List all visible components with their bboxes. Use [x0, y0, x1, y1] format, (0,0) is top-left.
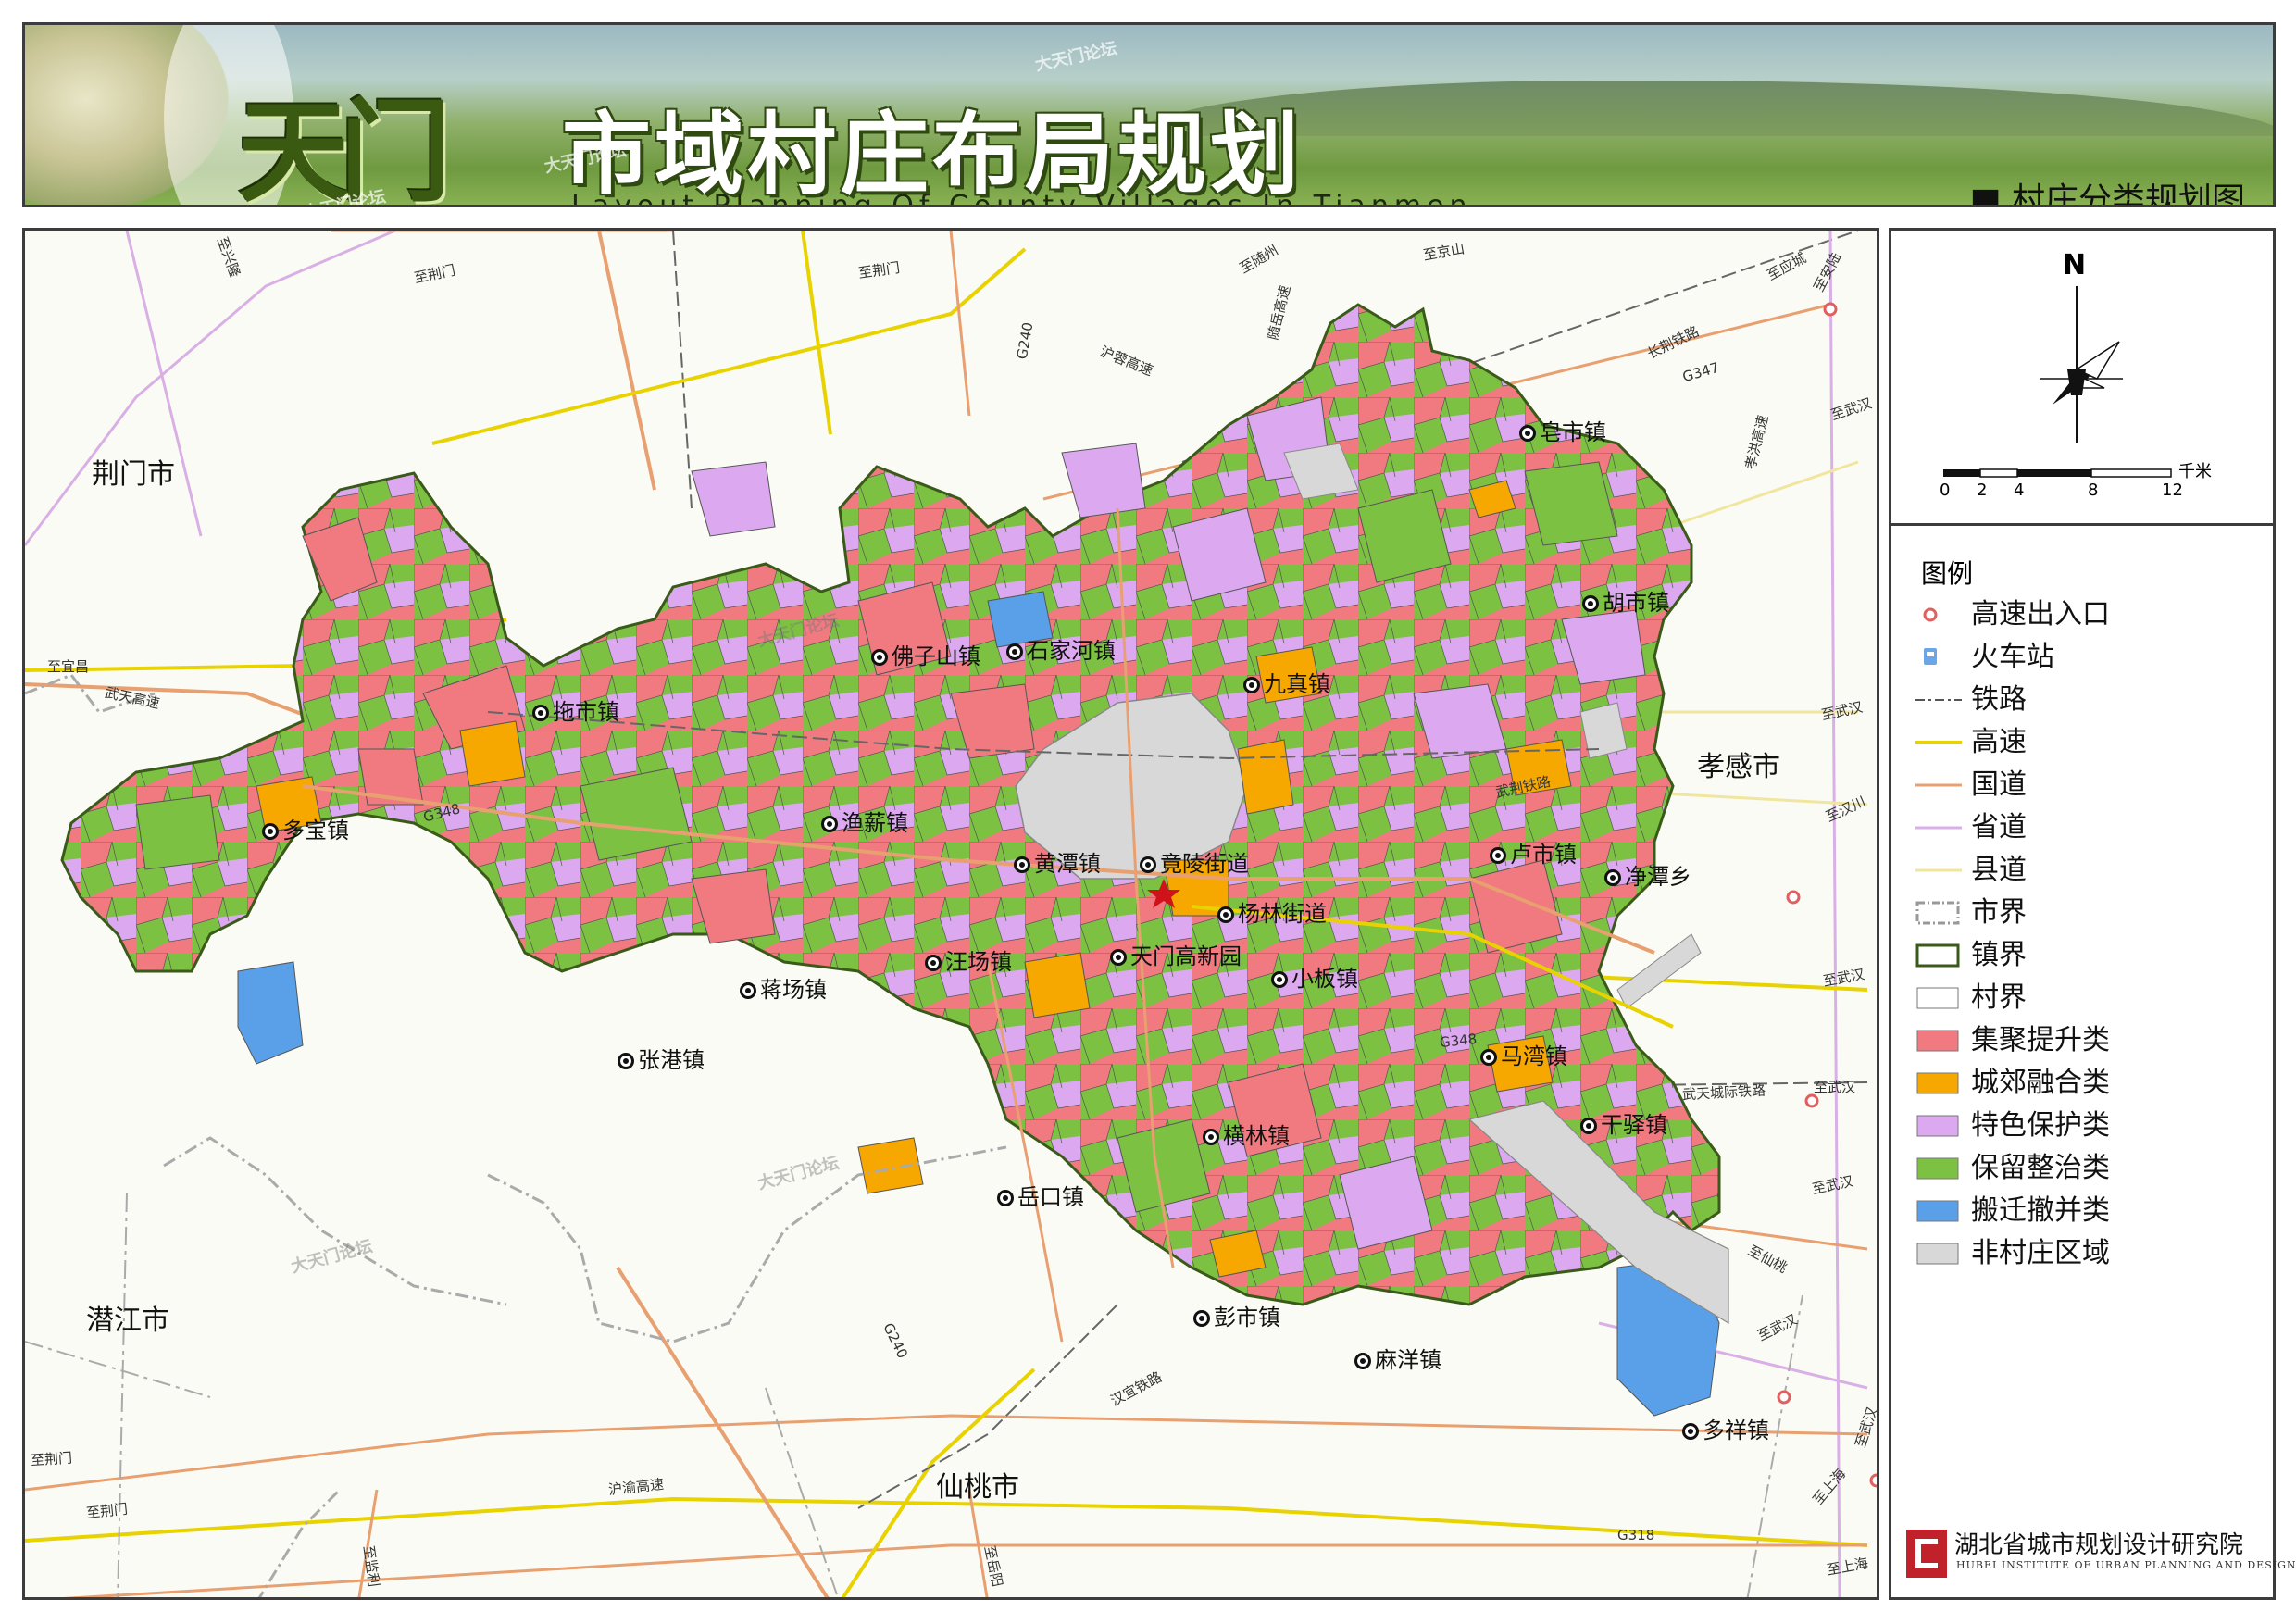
town-label[interactable]: 马湾镇: [1480, 1038, 1567, 1070]
page-title-english: Layout Planning Of County Villages In Ti…: [571, 190, 1473, 207]
scale-tick: 2: [1977, 481, 1988, 500]
town-label[interactable]: 杨林街道: [1217, 895, 1327, 928]
town-label[interactable]: 多祥镇: [1682, 1412, 1769, 1444]
map-subtitle: ■ 村庄分类规划图: [1969, 181, 2245, 207]
expressway-line-icon: [1915, 741, 1962, 744]
legend-item-suburban-integration: 城郊融合类: [1915, 1065, 2267, 1102]
town-label[interactable]: 多宝镇: [262, 812, 349, 844]
legend-item-cluster-upgrade: 集聚提升类: [1915, 1022, 2267, 1059]
city-boundary-icon: [1915, 901, 1960, 925]
town-label[interactable]: 汪场镇: [925, 943, 1012, 976]
town-label[interactable]: 皂市镇: [1519, 414, 1606, 446]
town-label[interactable]: 渔薪镇: [821, 805, 908, 837]
legend-panel: 图例 高速出入口 火车站 铁路 高速 国道 省道 县道 市界 镇界 村界 集聚提…: [1889, 526, 2296, 1600]
legend-item-national-road: 国道: [1915, 767, 2267, 804]
town-label[interactable]: 麻洋镇: [1354, 1342, 1441, 1374]
village-map[interactable]: 荆门市 孝感市 潜江市 仙桃市 拖市镇 多宝镇 佛子山镇 石家河镇 九真镇 皂市…: [22, 228, 1879, 1600]
town-label[interactable]: 拖市镇: [532, 693, 619, 726]
town-label[interactable]: 横林镇: [1203, 1118, 1290, 1150]
title-city-name: 天门: [238, 87, 451, 207]
legend-item-county-road: 县道: [1915, 852, 2267, 889]
interchange-icon: [1923, 607, 1938, 622]
swatch-retain-improve: [1916, 1157, 1959, 1180]
legend-item-relocation-merge: 搬迁撤并类: [1915, 1193, 2267, 1230]
legend-item-interchange: 高速出入口: [1915, 596, 2267, 633]
scale-tick: 0: [1940, 481, 1951, 500]
legend-item-train-station: 火车站: [1915, 639, 2267, 676]
city-label-xiaogan: 孝感市: [1697, 751, 1780, 783]
town-label[interactable]: 佛子山镇: [871, 638, 980, 670]
legend-title: 图例: [1921, 558, 1974, 589]
town-label[interactable]: 天门高新园: [1110, 938, 1242, 970]
watermark: 大天门论坛: [1033, 38, 1119, 76]
town-label[interactable]: 卢市镇: [1490, 836, 1577, 868]
train-station-icon: [1924, 648, 1937, 665]
town-label[interactable]: 蒋场镇: [740, 971, 827, 1004]
title-banner: 天门 市域村庄布局规划 Layout Planning Of County Vi…: [22, 22, 2276, 207]
road-label: 至武汉: [1814, 1079, 1856, 1095]
city-label-xiantao: 仙桃市: [936, 1471, 1019, 1504]
town-label[interactable]: 黄潭镇: [1014, 845, 1101, 878]
road-label: G318: [1617, 1527, 1655, 1543]
city-label-qianjiang: 潜江市: [86, 1305, 169, 1337]
legend-item-characteristic-protection: 特色保护类: [1915, 1107, 2267, 1144]
scale-tick: 8: [2088, 481, 2099, 500]
swatch-non-village: [1916, 1243, 1959, 1265]
legend-item-railway: 铁路: [1915, 681, 2267, 718]
swatch-cluster-upgrade: [1916, 1030, 1959, 1052]
town-label[interactable]: 彭市镇: [1193, 1299, 1280, 1331]
institute-logo-icon: [1906, 1530, 1947, 1578]
swatch-suburban-integration: [1916, 1072, 1959, 1094]
legend-item-town-boundary: 镇界: [1915, 937, 2267, 974]
city-label-jingmen: 荆门市: [92, 458, 175, 491]
national-road-line-icon: [1915, 783, 1962, 787]
legend-item-retain-improve: 保留整治类: [1915, 1150, 2267, 1187]
scale-tick: 12: [2162, 481, 2183, 500]
page-title: 市域村庄布局规划: [562, 103, 1303, 206]
town-label[interactable]: 净潭乡: [1604, 858, 1691, 891]
town-label[interactable]: 石家河镇: [1006, 632, 1116, 665]
scale-unit: 千米: [2178, 462, 2212, 481]
swatch-relocation-merge: [1916, 1200, 1959, 1222]
interchanges: [1777, 302, 1877, 1488]
provincial-road-line-icon: [1915, 826, 1962, 830]
town-label[interactable]: 胡市镇: [1582, 584, 1669, 617]
railway-line-icon: [1915, 699, 1962, 701]
town-label[interactable]: 岳口镇: [997, 1179, 1084, 1211]
town-label[interactable]: 竟陵街道: [1140, 845, 1249, 878]
scale-tick: 4: [2014, 481, 2025, 500]
legend-item-expressway: 高速: [1915, 724, 2267, 761]
road-label: 至荆门: [30, 1449, 73, 1469]
legend-item-city-boundary: 市界: [1915, 894, 2267, 931]
legend-item-provincial-road: 省道: [1915, 809, 2267, 846]
compass-panel: N 千米 0 2 4 8 12: [1889, 228, 2276, 526]
road-label: 至宜昌: [47, 658, 90, 675]
institute-name: 湖北省城市规划设计研究院: [1954, 1531, 2244, 1559]
institute-credit: 湖北省城市规划设计研究院 HUBEI INSTITUTE OF URBAN PL…: [1906, 1524, 2296, 1583]
county-road-line-icon: [1915, 868, 1962, 872]
village-boundary-icon: [1916, 987, 1959, 1009]
legend-item-non-village: 非村庄区域: [1915, 1235, 2267, 1272]
town-label[interactable]: 张港镇: [618, 1042, 705, 1074]
institute-name-english: HUBEI INSTITUTE OF URBAN PLANNING AND DE…: [1956, 1559, 2296, 1571]
banner-hills: [1136, 81, 2273, 136]
town-boundary-icon: [1915, 943, 1960, 968]
legend-item-village-boundary: 村界: [1915, 980, 2267, 1017]
swatch-characteristic-protection: [1916, 1115, 1959, 1137]
town-label[interactable]: 干驿镇: [1580, 1106, 1667, 1139]
town-label[interactable]: 小板镇: [1271, 960, 1358, 993]
town-label[interactable]: 九真镇: [1243, 666, 1330, 698]
